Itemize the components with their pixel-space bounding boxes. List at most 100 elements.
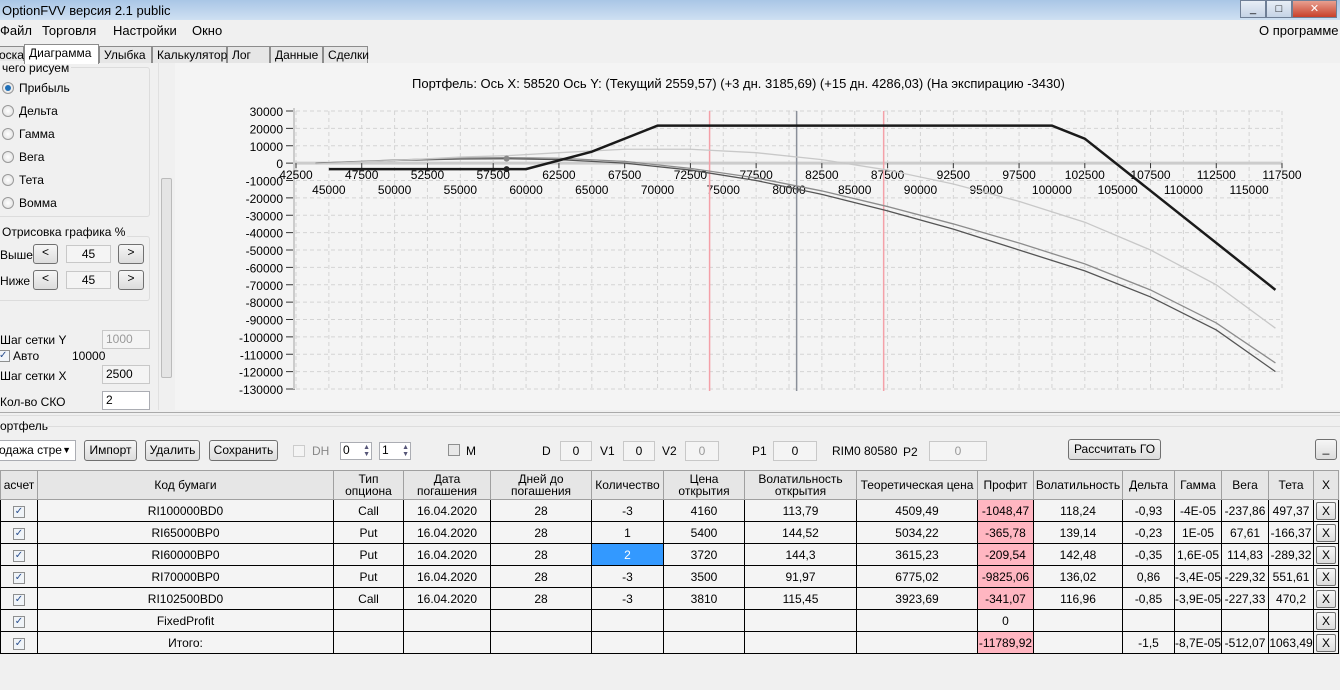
m-checkbox[interactable]: [448, 444, 460, 456]
table-cell[interactable]: 67,61: [1221, 521, 1270, 544]
table-cell[interactable]: 144,3: [744, 543, 857, 566]
table-cell[interactable]: -3: [591, 499, 664, 522]
table-cell[interactable]: 115,45: [744, 587, 857, 610]
remove-row-button[interactable]: X: [1316, 567, 1337, 586]
column-header[interactable]: Волатильность открытия: [744, 470, 857, 500]
table-cell[interactable]: -0,23: [1122, 521, 1175, 544]
table-cell[interactable]: 3810: [663, 587, 745, 610]
table-cell[interactable]: -229,32: [1221, 565, 1270, 588]
collapse-button[interactable]: _: [1315, 439, 1337, 460]
table-cell[interactable]: 144,52: [744, 521, 857, 544]
remove-row-button[interactable]: X: [1316, 611, 1337, 630]
remove-row-button[interactable]: X: [1316, 501, 1337, 520]
column-header[interactable]: Волатильность: [1033, 470, 1123, 500]
remove-row-button[interactable]: X: [1316, 633, 1337, 652]
remove-row-button[interactable]: X: [1316, 523, 1337, 542]
table-cell[interactable]: 28: [490, 587, 592, 610]
table-cell[interactable]: RI60000BP0: [37, 543, 334, 566]
table-cell[interactable]: FixedProfit: [37, 609, 334, 632]
spin2-input[interactable]: 1 ▲ ▼: [379, 442, 411, 460]
column-header[interactable]: Тип опциона: [333, 470, 404, 500]
table-cell[interactable]: 28: [490, 521, 592, 544]
table-cell[interactable]: -3: [591, 587, 664, 610]
table-cell[interactable]: 0,86: [1122, 565, 1175, 588]
save-button[interactable]: Сохранить: [209, 440, 278, 461]
calc-checkbox-cell[interactable]: ✓: [0, 565, 38, 588]
table-cell[interactable]: [744, 631, 857, 654]
table-cell[interactable]: 2: [591, 543, 664, 566]
table-row[interactable]: ✓ RI65000BP0 Put 16.04.2020 28 1 5400 144,52 503…: [0, 521, 1340, 544]
table-cell[interactable]: -289,32: [1268, 543, 1315, 566]
table-row[interactable]: ✓ RI70000BP0 Put 16.04.2020 28 -3 3500 91,97 677…: [0, 565, 1340, 588]
table-cell[interactable]: 118,24: [1033, 499, 1123, 522]
table-cell[interactable]: 3500: [663, 565, 745, 588]
table-cell[interactable]: Put: [333, 521, 404, 544]
table-cell[interactable]: 470,2: [1268, 587, 1315, 610]
spin-arrows-icon[interactable]: ▲ ▼: [402, 444, 409, 458]
table-cell[interactable]: [663, 609, 745, 632]
p1-input[interactable]: 0: [773, 441, 817, 461]
table-cell[interactable]: RI65000BP0: [37, 521, 334, 544]
table-cell[interactable]: 136,02: [1033, 565, 1123, 588]
table-cell[interactable]: 16.04.2020: [403, 565, 491, 588]
import-button[interactable]: Импорт: [84, 440, 137, 461]
column-header[interactable]: Профит: [977, 470, 1034, 500]
table-cell[interactable]: 114,83: [1221, 543, 1270, 566]
table-cell[interactable]: Call: [333, 587, 404, 610]
table-cell[interactable]: RI100000BD0: [37, 499, 334, 522]
table-cell[interactable]: 0: [977, 609, 1034, 632]
table-cell[interactable]: -3,9E-05: [1173, 587, 1223, 610]
table-cell[interactable]: 16.04.2020: [403, 587, 491, 610]
column-header[interactable]: Дней до погашения: [490, 470, 592, 500]
table-cell[interactable]: -3: [591, 565, 664, 588]
calc-checkbox-cell[interactable]: ✓: [0, 609, 38, 632]
table-row[interactable]: ✓ RI102500BD0 Call 16.04.2020 28 -3 3810 115,45…: [0, 587, 1340, 610]
remove-row-button[interactable]: X: [1316, 545, 1337, 564]
table-cell[interactable]: -1,5: [1122, 631, 1175, 654]
table-cell[interactable]: 5400: [663, 521, 745, 544]
table-cell[interactable]: [333, 609, 404, 632]
table-cell[interactable]: RI70000BP0: [37, 565, 334, 588]
table-cell[interactable]: -512,07: [1221, 631, 1270, 654]
table-cell[interactable]: [403, 609, 491, 632]
column-header[interactable]: Вега: [1221, 470, 1270, 500]
table-cell[interactable]: [1173, 609, 1223, 632]
table-cell[interactable]: Call: [333, 499, 404, 522]
strategy-select[interactable]: одажа стре ▼: [0, 440, 76, 461]
table-cell[interactable]: [1033, 631, 1123, 654]
table-cell[interactable]: [744, 609, 857, 632]
table-cell[interactable]: -0,85: [1122, 587, 1175, 610]
calc-checkbox[interactable]: ✓: [13, 638, 25, 650]
calculate-margin-button[interactable]: Рассчитать ГО: [1068, 439, 1161, 460]
column-header[interactable]: Гамма: [1173, 470, 1223, 500]
table-cell[interactable]: -9825,06: [977, 565, 1034, 588]
table-cell[interactable]: 6775,02: [856, 565, 978, 588]
table-cell[interactable]: 1063,49: [1268, 631, 1315, 654]
table-cell[interactable]: 16.04.2020: [403, 543, 491, 566]
table-cell[interactable]: [1033, 609, 1123, 632]
table-cell[interactable]: -166,37: [1268, 521, 1315, 544]
table-cell[interactable]: RI102500BD0: [37, 587, 334, 610]
table-cell[interactable]: [490, 631, 592, 654]
column-header[interactable]: X: [1313, 470, 1340, 500]
spin1-input[interactable]: 0 ▲ ▼: [340, 442, 372, 460]
calc-checkbox-cell[interactable]: ✓: [0, 521, 38, 544]
table-cell[interactable]: -0,93: [1122, 499, 1175, 522]
dh-checkbox[interactable]: [293, 445, 305, 457]
table-cell[interactable]: 4509,49: [856, 499, 978, 522]
table-cell[interactable]: 113,79: [744, 499, 857, 522]
calc-checkbox-cell[interactable]: ✓: [0, 631, 38, 654]
table-cell[interactable]: 28: [490, 543, 592, 566]
calc-checkbox-cell[interactable]: ✓: [0, 543, 38, 566]
table-cell[interactable]: 16.04.2020: [403, 499, 491, 522]
calc-checkbox[interactable]: ✓: [13, 506, 25, 518]
column-header[interactable]: Цена открытия: [663, 470, 745, 500]
table-cell[interactable]: 16.04.2020: [403, 521, 491, 544]
table-cell[interactable]: -1048,47: [977, 499, 1034, 522]
table-cell[interactable]: [591, 609, 664, 632]
remove-row-button[interactable]: X: [1316, 589, 1337, 608]
delete-button[interactable]: Удалить: [145, 440, 200, 461]
table-cell[interactable]: 28: [490, 499, 592, 522]
table-cell[interactable]: 28: [490, 565, 592, 588]
column-header[interactable]: асчет: [0, 470, 38, 500]
